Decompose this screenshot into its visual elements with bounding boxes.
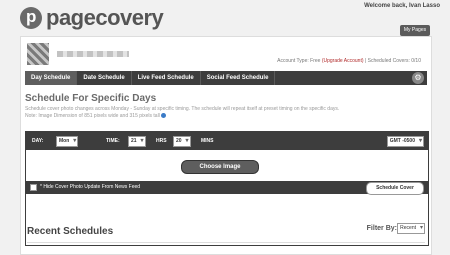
app-logo: pagecovery bbox=[20, 4, 164, 32]
my-pages-button[interactable]: My Pages bbox=[400, 25, 430, 36]
separator: | bbox=[364, 58, 367, 64]
account-type-value: Free bbox=[310, 58, 321, 64]
filter-select[interactable]: Recent bbox=[397, 223, 425, 234]
main-panel: Account Type: Free (Upgrade Account) | S… bbox=[20, 36, 432, 255]
page-description: Schedule cover photo changes across Mond… bbox=[25, 106, 425, 120]
choose-image-button[interactable]: Choose Image bbox=[181, 160, 259, 174]
image-dimension-note: Note: Image Dimension of 851 pixels wide… bbox=[25, 113, 160, 119]
account-info: Account Type: Free (Upgrade Account) | S… bbox=[277, 58, 421, 64]
tab-social-feed-schedule[interactable]: Social Feed Schedule bbox=[201, 71, 276, 85]
tab-date-schedule[interactable]: Date Schedule bbox=[77, 71, 132, 85]
upgrade-account-link[interactable]: (Upgrade Account) bbox=[322, 58, 364, 64]
day-label: DAY: bbox=[32, 138, 44, 144]
info-icon[interactable] bbox=[161, 113, 167, 119]
welcome-text: Welcome back, Ivan Lasso bbox=[364, 3, 440, 9]
recent-schedules-title: Recent Schedules bbox=[27, 226, 114, 237]
timezone-select[interactable]: GMT -0500 bbox=[386, 136, 424, 147]
schedule-tabs: Day Schedule Date Schedule Live Feed Sch… bbox=[25, 71, 427, 85]
mins-label: MINS bbox=[201, 138, 214, 144]
account-type-label: Account Type: bbox=[277, 58, 309, 64]
logo-icon bbox=[20, 7, 42, 29]
schedule-footer: * Hide Cover Photo Update From News Feed… bbox=[26, 181, 428, 195]
page-title: Schedule For Specific Days bbox=[25, 93, 157, 104]
page-name-blurred bbox=[57, 51, 129, 57]
time-label: TIME: bbox=[106, 138, 120, 144]
schedule-cover-button[interactable]: Schedule Cover bbox=[366, 182, 424, 195]
tab-day-schedule[interactable]: Day Schedule bbox=[25, 71, 78, 85]
day-select[interactable]: Mon bbox=[56, 136, 79, 147]
page-avatar bbox=[27, 43, 49, 65]
logo-text: pagecovery bbox=[46, 5, 164, 30]
hide-update-label: * Hide Cover Photo Update From News Feed bbox=[40, 184, 141, 190]
hour-select[interactable]: 21 bbox=[128, 136, 146, 147]
schedule-controls-bar: DAY: Mon TIME: 21 HRS 20 MINS GMT -0500 bbox=[26, 132, 428, 150]
description-text: Schedule cover photo changes across Mond… bbox=[25, 106, 340, 112]
settings-icon[interactable]: ⚙ bbox=[412, 72, 424, 84]
hrs-label: HRS bbox=[156, 138, 167, 144]
hide-update-checkbox[interactable] bbox=[30, 184, 37, 191]
scheduled-covers-count: Scheduled Covers: 0/10 bbox=[367, 58, 421, 64]
filter-by-label: Filter By: bbox=[366, 225, 397, 232]
minute-select[interactable]: 20 bbox=[173, 136, 191, 147]
divider bbox=[27, 242, 425, 243]
tab-live-feed-schedule[interactable]: Live Feed Schedule bbox=[132, 71, 201, 85]
